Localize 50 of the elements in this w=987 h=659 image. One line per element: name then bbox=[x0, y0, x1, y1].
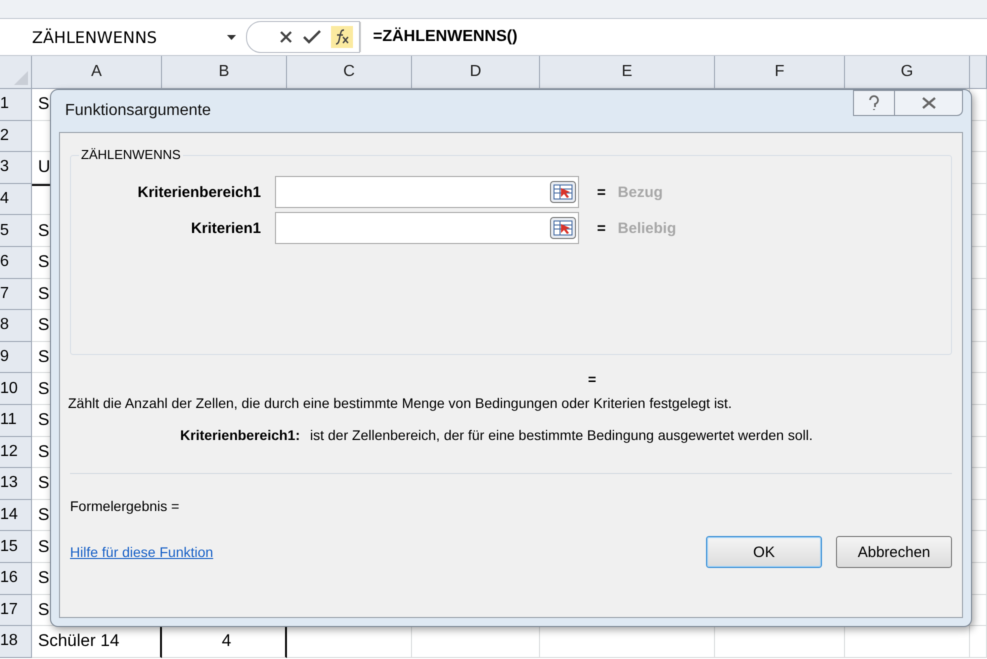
row-header[interactable]: 11 bbox=[0, 404, 32, 437]
row-header[interactable]: 2 bbox=[0, 120, 32, 152]
column-header[interactable]: A bbox=[32, 56, 162, 88]
argument-description: ist der Zellenbereich, der für eine bestimmte Bedingung ausgewertet werden soll. bbox=[310, 427, 814, 443]
group-title: ZÄHLENWENNS bbox=[79, 147, 183, 162]
help-button[interactable] bbox=[853, 90, 895, 116]
row-header[interactable]: 7 bbox=[0, 278, 32, 310]
ok-button[interactable]: OK bbox=[706, 536, 822, 568]
argument-type: Bezug bbox=[618, 184, 663, 200]
input-field[interactable] bbox=[275, 176, 579, 208]
row-header[interactable]: 15 bbox=[0, 531, 32, 563]
row-header[interactable]: 5 bbox=[0, 215, 32, 247]
row-header[interactable]: 13 bbox=[0, 468, 32, 500]
column-header[interactable]: D bbox=[412, 56, 540, 88]
row-header[interactable]: 18 bbox=[0, 626, 32, 658]
equals-sign: = bbox=[588, 371, 596, 387]
column-header[interactable]: G bbox=[845, 56, 970, 88]
cancel-button[interactable]: Abbrechen bbox=[836, 536, 952, 568]
function-icon[interactable] bbox=[331, 26, 353, 48]
row-header[interactable]: 16 bbox=[0, 562, 32, 594]
equals-sign: = bbox=[597, 184, 606, 200]
row-header[interactable]: 4 bbox=[0, 184, 32, 216]
argument-type: Beliebig bbox=[618, 220, 676, 236]
input-field[interactable] bbox=[275, 212, 579, 244]
row-header[interactable]: 12 bbox=[0, 436, 32, 468]
help-icon[interactable] bbox=[868, 95, 880, 111]
row-header[interactable]: 10 bbox=[0, 373, 32, 405]
formula-field[interactable]: =ZÄHLENWENNS() bbox=[360, 22, 987, 52]
row-header[interactable]: 6 bbox=[0, 246, 32, 279]
dropdown-icon[interactable] bbox=[227, 34, 236, 40]
column-header[interactable]: E bbox=[540, 56, 715, 88]
argument-label: Kriterienbereich1 bbox=[136, 184, 262, 200]
equals-sign: = bbox=[597, 220, 606, 236]
argument-label: Kriterien1 bbox=[190, 220, 262, 236]
column-header[interactable]: C bbox=[287, 56, 412, 88]
row-header[interactable]: 14 bbox=[0, 500, 32, 532]
close-icon[interactable] bbox=[920, 97, 936, 109]
row-header[interactable]: 3 bbox=[0, 152, 32, 184]
column-header[interactable]: B bbox=[162, 56, 287, 88]
argument-name: Kriterienbereich1: bbox=[179, 427, 301, 443]
check-icon[interactable] bbox=[303, 30, 321, 44]
row-header[interactable]: 1 bbox=[0, 89, 32, 121]
cancel-icon[interactable] bbox=[279, 30, 293, 44]
table-cell bbox=[970, 626, 987, 658]
close-button[interactable] bbox=[895, 90, 963, 116]
name-box[interactable]: ZÄHLENWENNS bbox=[18, 28, 246, 46]
row-header[interactable]: 8 bbox=[0, 310, 32, 342]
column-header[interactable]: F bbox=[715, 56, 845, 88]
row-header[interactable]: 9 bbox=[0, 342, 32, 374]
row-header[interactable]: 17 bbox=[0, 594, 32, 626]
